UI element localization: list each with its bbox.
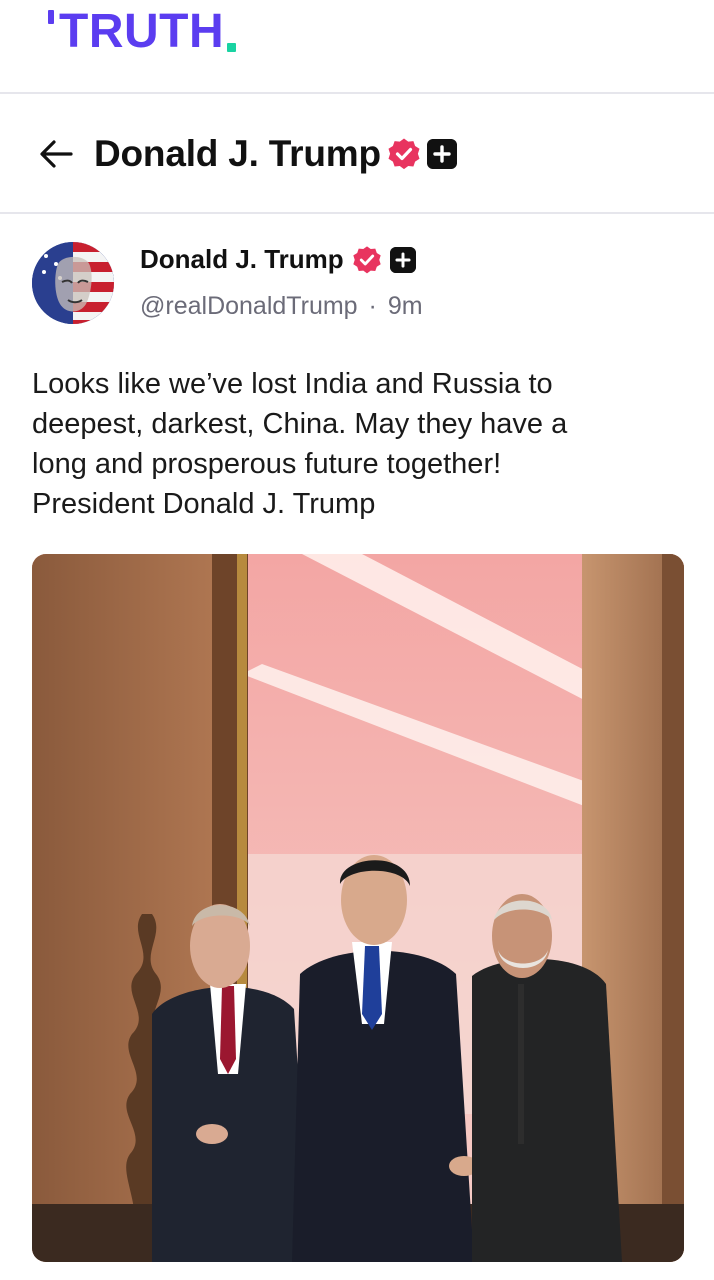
post-image[interactable] [32,554,684,1262]
post-body: Looks like we’ve lost India and Russia t… [32,364,682,524]
truth-plus-badge-icon [389,246,416,273]
author-handle[interactable]: @realDonaldTrump [140,292,358,320]
post-card: Donald J. Trump @realDonaldTrump · 9m Lo… [0,216,714,1280]
post-text-line: deepest, darkest, China. May they have a [32,408,568,440]
verified-badge-icon [352,245,382,275]
logo-text: TRUTH [59,5,225,58]
avatar[interactable] [32,242,114,324]
page-title: Donald J. Trump [94,133,381,174]
author-name[interactable]: Donald J. Trump [140,244,344,275]
post-timestamp[interactable]: 9m [388,292,423,320]
post-text-line: Looks like we’ve lost India and Russia t… [32,368,553,400]
post-photo [32,554,684,1262]
logo-dot [227,43,237,52]
verified-badge-icon [387,137,421,171]
meta-separator: · [368,292,377,320]
author-meta: @realDonaldTrump · 9m [140,292,423,321]
back-arrow-icon[interactable] [36,134,76,174]
logo-tick-mark [48,10,54,24]
post-text-line: long and prosperous future together! [32,448,502,480]
post-text-line: President Donald J. Trump [32,488,376,520]
profile-header: Donald J. Trump [0,96,714,214]
truth-logo[interactable]: TRUTH [48,4,237,58]
truth-plus-badge-icon [426,139,457,169]
top-bar: TRUTH [0,0,714,94]
author-name-row: Donald J. Trump [140,244,416,275]
